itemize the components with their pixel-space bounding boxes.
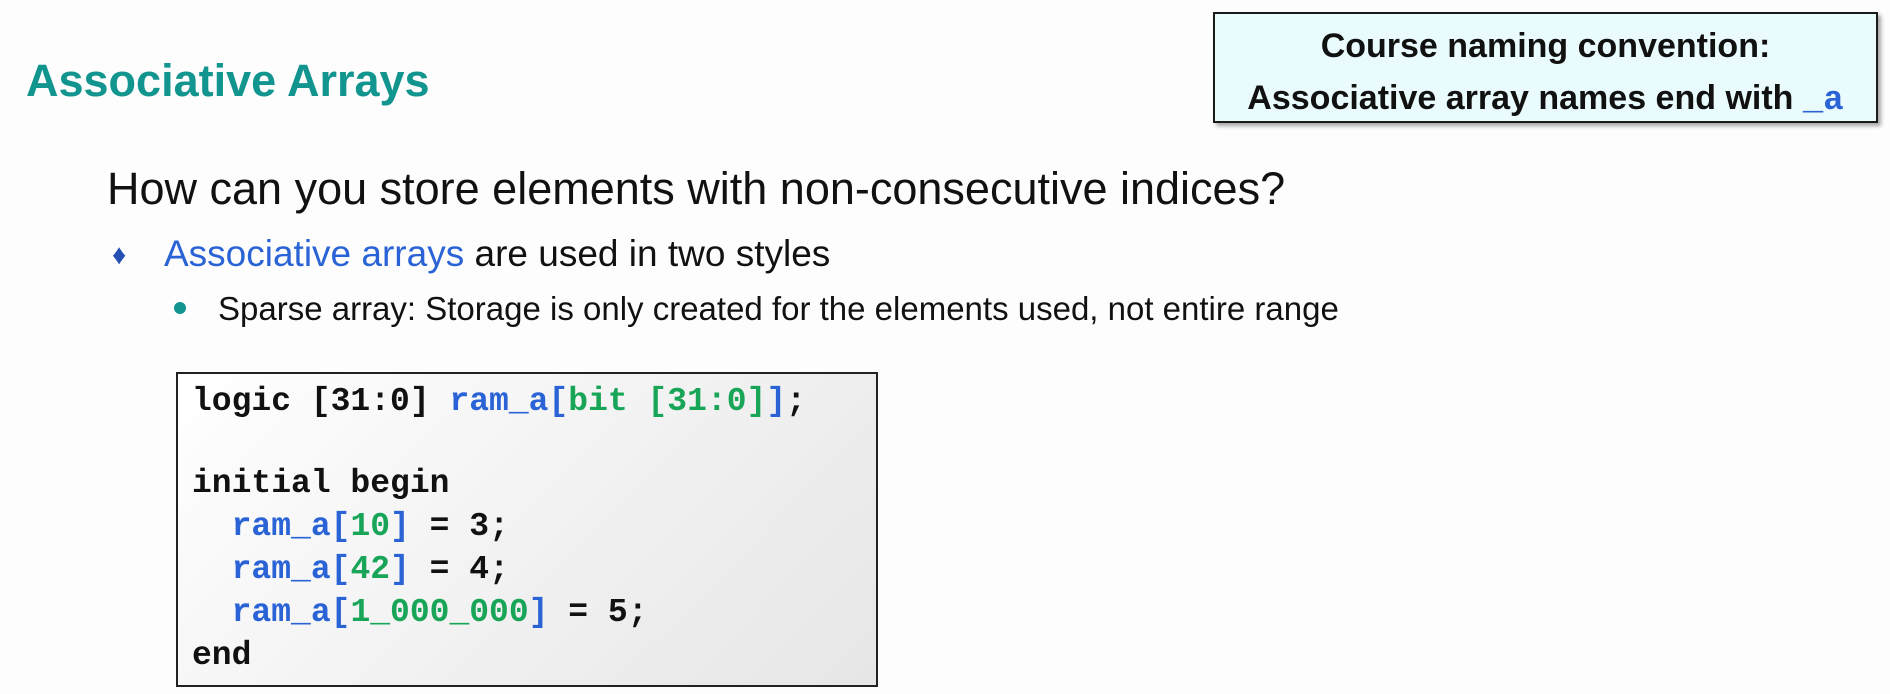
code-bracket-close: ] — [390, 508, 410, 545]
code-example: logic [31:0] ram_a[bit [31:0]]; initial … — [176, 372, 878, 687]
code-type: logic [31:0] — [192, 383, 450, 420]
note-body: Associative array names end with _a — [1215, 78, 1876, 122]
note-suffix-code: _a — [1802, 82, 1844, 120]
note-body-text: Associative array names end with — [1247, 79, 1803, 117]
code-semicolon: ; — [786, 383, 806, 420]
question-heading: How can you store elements with non-cons… — [107, 163, 1286, 214]
code-line-2: initial begin — [192, 465, 450, 502]
code-line-1: logic [31:0] ram_a[bit [31:0]]; — [192, 385, 806, 418]
bullet-sparse-array: Sparse array: Storage is only created fo… — [174, 292, 1339, 325]
note-heading: Course naming convention: — [1320, 27, 1771, 65]
code-array-ref: ram_a[ — [231, 551, 351, 588]
code-array-ref: ram_a[ — [231, 508, 351, 545]
code-line-3: ram_a[10] = 3; — [192, 510, 509, 543]
bullet-associative-arrays: ♦ Associative arrays are used in two styl… — [112, 235, 830, 272]
code-bracket-close: ] — [390, 551, 410, 588]
naming-convention-note: Course naming convention: Associative ar… — [1213, 12, 1878, 123]
code-line-5: ram_a[1_000_000] = 5; — [192, 596, 648, 629]
term-associative-arrays: Associative arrays — [164, 233, 465, 274]
slide-title: Associative Arrays — [26, 55, 430, 106]
dot-bullet-icon — [174, 302, 186, 314]
code-assignment: = 5; — [548, 594, 648, 631]
code-index-value: 1_000_000 — [350, 594, 529, 631]
code-assignment: = 4; — [409, 551, 509, 588]
bullet2-text: Sparse array: Storage is only created fo… — [218, 290, 1339, 327]
code-index-value: 10 — [350, 508, 391, 545]
code-line-4: ram_a[42] = 4; — [192, 553, 509, 586]
bullet1-text: are used in two styles — [464, 233, 831, 274]
code-index-type: bit [31:0] — [568, 383, 767, 420]
code-bracket-close: ] — [766, 383, 787, 420]
code-array-name: ram_a[ — [449, 383, 569, 420]
code-index-value: 42 — [350, 551, 391, 588]
code-bracket-close: ] — [528, 594, 549, 631]
code-assignment: = 3; — [409, 508, 509, 545]
diamond-bullet-icon: ♦ — [112, 239, 127, 270]
code-array-ref: ram_a[ — [231, 594, 351, 631]
code-line-6: end — [192, 637, 252, 674]
